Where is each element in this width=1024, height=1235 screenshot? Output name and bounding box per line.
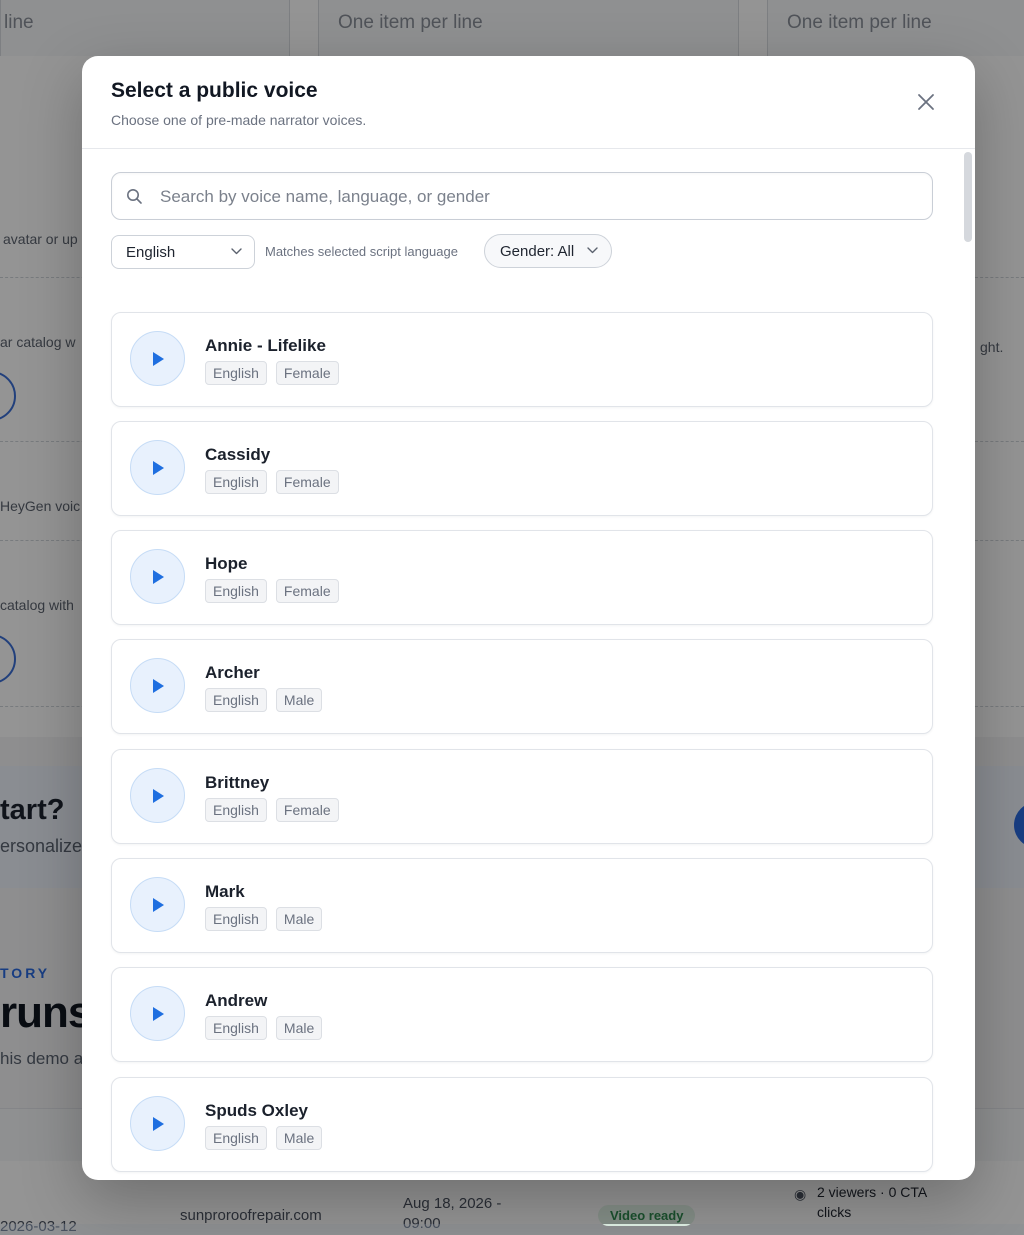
gender-tag: Female bbox=[275, 470, 339, 494]
voice-name: Andrew bbox=[205, 991, 268, 1010]
voice-card[interactable]: Cassidy English Female bbox=[111, 421, 933, 516]
language-tag: English bbox=[205, 798, 267, 822]
play-icon bbox=[153, 1117, 164, 1131]
voice-name: Brittney bbox=[205, 773, 270, 792]
gender-select-value: Gender: All bbox=[500, 243, 575, 260]
modal-header: Select a public voice Choose one of pre-… bbox=[82, 56, 975, 149]
play-icon bbox=[153, 1007, 164, 1021]
play-icon bbox=[153, 679, 164, 693]
gender-tag: Male bbox=[275, 1016, 323, 1040]
close-button[interactable] bbox=[912, 88, 940, 116]
voice-card[interactable]: Spuds Oxley English Male bbox=[111, 1077, 933, 1172]
modal-subtitle: Choose one of pre-made narrator voices. bbox=[111, 112, 367, 128]
voice-card[interactable]: Annie - Lifelike English Female bbox=[111, 312, 933, 407]
play-icon bbox=[153, 461, 164, 475]
close-icon bbox=[918, 94, 934, 110]
voice-card[interactable]: Mark English Male bbox=[111, 858, 933, 953]
play-button[interactable] bbox=[130, 877, 185, 932]
gender-select[interactable]: Gender: All bbox=[484, 234, 612, 268]
voice-card[interactable]: Archer English Male bbox=[111, 639, 933, 734]
gender-tag: Female bbox=[275, 579, 339, 603]
play-icon bbox=[153, 789, 164, 803]
language-tag: English bbox=[205, 688, 267, 712]
voice-card[interactable]: Hope English Female bbox=[111, 530, 933, 625]
voice-tags: English Male bbox=[205, 907, 323, 931]
play-button[interactable] bbox=[130, 768, 185, 823]
language-tag: English bbox=[205, 579, 267, 603]
play-icon bbox=[153, 570, 164, 584]
modal-body[interactable]: English Matches selected script language… bbox=[82, 149, 975, 1180]
voice-tags: English Female bbox=[205, 470, 339, 494]
language-tag: English bbox=[205, 470, 267, 494]
voice-card[interactable]: Brittney English Female bbox=[111, 749, 933, 844]
language-filter-hint: Matches selected script language bbox=[265, 244, 458, 259]
search-box bbox=[111, 172, 933, 221]
play-icon bbox=[153, 898, 164, 912]
gender-tag: Male bbox=[275, 1126, 323, 1150]
play-button[interactable] bbox=[130, 658, 185, 713]
search-icon bbox=[127, 189, 142, 204]
gender-tag: Female bbox=[275, 798, 339, 822]
voice-tags: English Female bbox=[205, 798, 339, 822]
voice-tags: English Female bbox=[205, 579, 339, 603]
voice-name: Annie - Lifelike bbox=[205, 336, 326, 355]
voice-name: Hope bbox=[205, 554, 248, 573]
search-input[interactable] bbox=[158, 173, 922, 221]
language-select-value: English bbox=[126, 244, 176, 261]
voice-name: Mark bbox=[205, 882, 245, 901]
voice-name: Archer bbox=[205, 663, 260, 682]
voice-name: Spuds Oxley bbox=[205, 1101, 308, 1120]
gender-tag: Male bbox=[275, 688, 323, 712]
play-icon bbox=[153, 352, 164, 366]
gender-tag: Female bbox=[275, 361, 339, 385]
language-tag: English bbox=[205, 1016, 267, 1040]
chevron-down-icon bbox=[231, 248, 242, 255]
voice-tags: English Male bbox=[205, 688, 323, 712]
voice-tags: English Female bbox=[205, 361, 339, 385]
play-button[interactable] bbox=[130, 549, 185, 604]
gender-tag: Male bbox=[275, 907, 323, 931]
language-select[interactable]: English bbox=[111, 235, 255, 269]
modal-title: Select a public voice bbox=[111, 79, 318, 102]
language-tag: English bbox=[205, 1126, 267, 1150]
play-button[interactable] bbox=[130, 440, 185, 495]
chevron-down-icon bbox=[587, 247, 598, 254]
scrollbar-thumb[interactable] bbox=[964, 152, 972, 242]
voice-name: Cassidy bbox=[205, 445, 271, 464]
voice-tags: English Male bbox=[205, 1016, 323, 1040]
language-tag: English bbox=[205, 907, 267, 931]
play-button[interactable] bbox=[130, 331, 185, 386]
voice-tags: English Male bbox=[205, 1126, 323, 1150]
scrollbar-track[interactable] bbox=[962, 149, 975, 1180]
voice-select-modal: Select a public voice Choose one of pre-… bbox=[82, 56, 975, 1180]
voice-card[interactable]: Andrew English Male bbox=[111, 967, 933, 1062]
language-tag: English bbox=[205, 361, 267, 385]
play-button[interactable] bbox=[130, 986, 185, 1041]
play-button[interactable] bbox=[130, 1096, 185, 1151]
